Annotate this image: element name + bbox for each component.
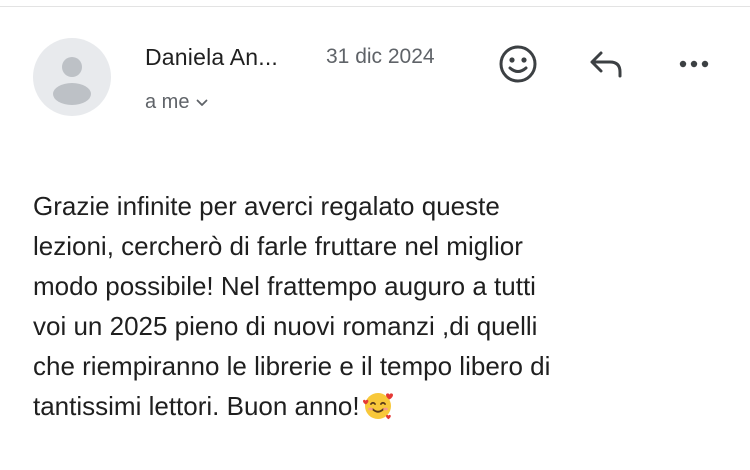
add-reaction-button[interactable]	[494, 40, 542, 88]
sender-name[interactable]: Daniela An...	[145, 44, 278, 71]
recipient-label: a me	[145, 91, 190, 113]
person-avatar-icon	[53, 57, 91, 105]
message-body-text: Grazie infinite per averci regalato ques…	[33, 191, 551, 421]
smiling-face-with-hearts-icon	[362, 393, 393, 420]
recipient-details-toggle[interactable]: a me	[145, 91, 209, 114]
reply-arrow-icon	[590, 51, 622, 78]
message-body: Grazie infinite per averci regalato ques…	[33, 186, 723, 426]
emoji-reaction-icon	[499, 45, 537, 83]
sender-avatar[interactable]	[33, 38, 111, 116]
more-options-button[interactable]	[670, 40, 718, 88]
reply-button[interactable]	[582, 40, 630, 88]
top-divider	[0, 6, 750, 7]
more-horizontal-icon	[679, 60, 709, 68]
message-date: 31 dic 2024	[326, 45, 435, 68]
chevron-down-icon	[197, 99, 208, 106]
